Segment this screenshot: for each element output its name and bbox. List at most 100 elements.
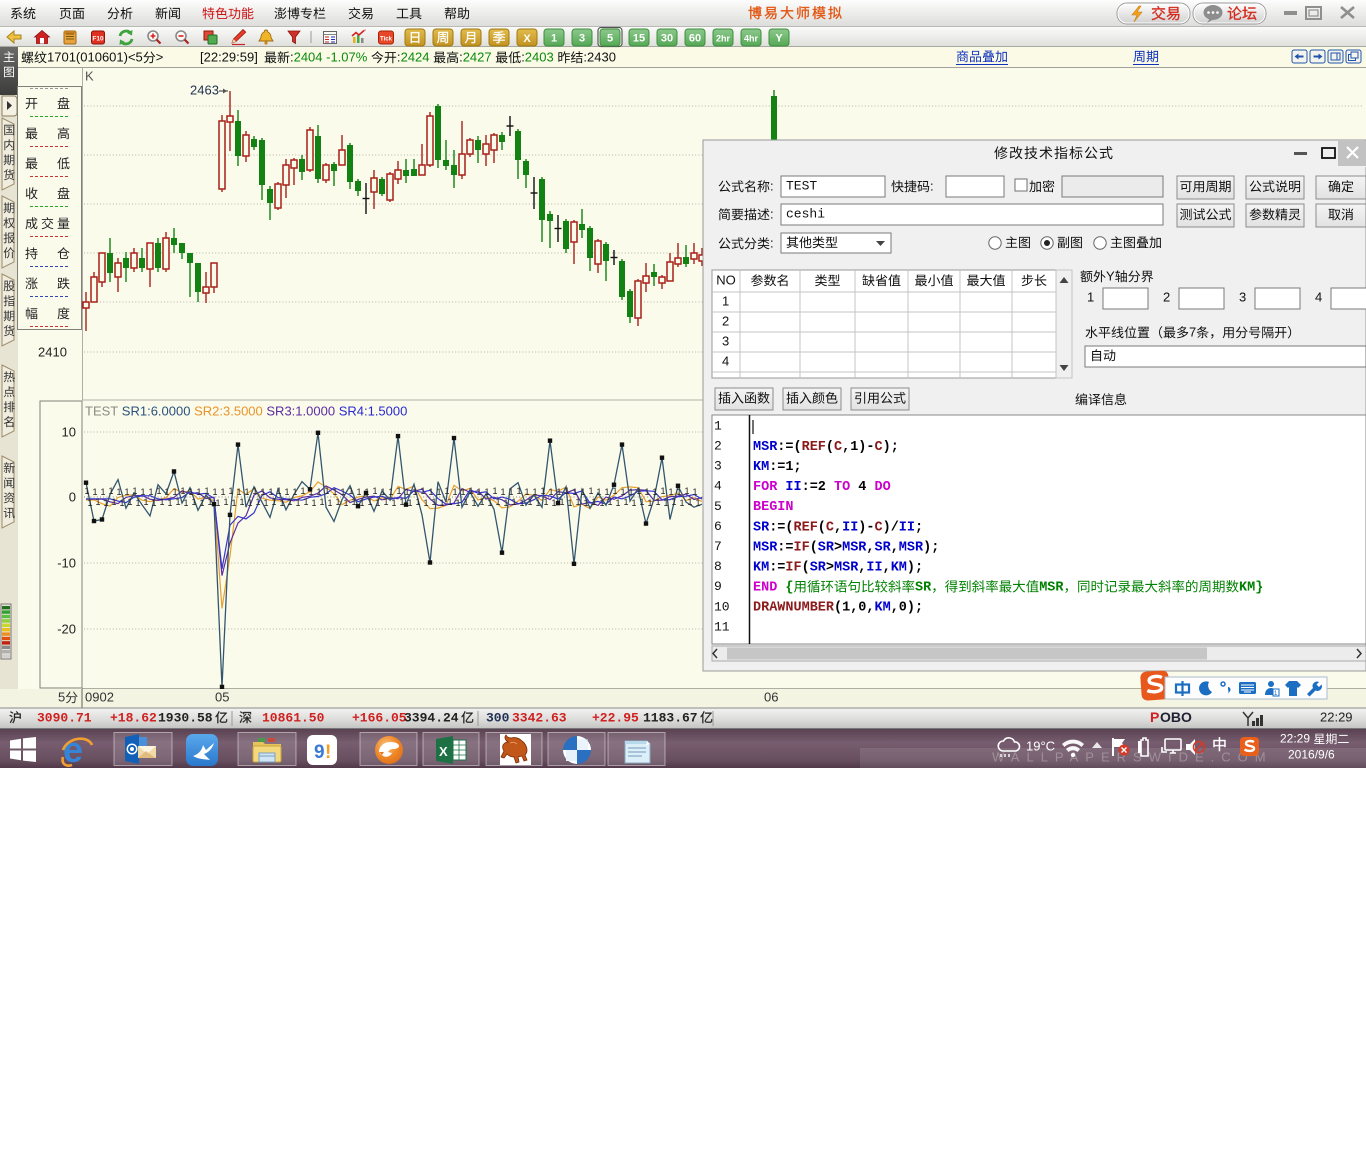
svg-text:1: 1 bbox=[501, 487, 506, 497]
svg-text:1: 1 bbox=[384, 497, 389, 507]
svg-text:)-: )- bbox=[858, 440, 874, 455]
svg-text:1: 1 bbox=[256, 497, 261, 507]
svg-text:6: 6 bbox=[714, 519, 722, 534]
svg-text:1: 1 bbox=[197, 487, 202, 497]
svg-text:1: 1 bbox=[664, 498, 669, 508]
svg-text:SR: SR bbox=[915, 581, 932, 596]
svg-text:05: 05 bbox=[215, 689, 229, 704]
svg-text:1: 1 bbox=[205, 486, 210, 496]
svg-text:1: 1 bbox=[696, 498, 701, 508]
svg-text:;: ; bbox=[794, 460, 802, 475]
svg-text:1: 1 bbox=[533, 487, 538, 497]
svg-text::=(: :=( bbox=[769, 520, 793, 535]
svg-text:1: 1 bbox=[221, 487, 226, 497]
svg-text:1: 1 bbox=[584, 498, 589, 508]
svg-text:1: 1 bbox=[677, 487, 682, 497]
svg-text:1: 1 bbox=[552, 498, 557, 508]
svg-text:1: 1 bbox=[714, 418, 722, 433]
svg-text:NO: NO bbox=[716, 272, 736, 287]
svg-text:1: 1 bbox=[472, 498, 477, 508]
svg-text:4: 4 bbox=[1315, 289, 1322, 304]
svg-text:3: 3 bbox=[714, 459, 722, 474]
svg-text:,: , bbox=[850, 601, 858, 616]
svg-text:);: ); bbox=[907, 601, 923, 616]
svg-text:MSR: MSR bbox=[834, 561, 859, 576]
svg-text:1: 1 bbox=[280, 498, 285, 508]
svg-text:1: 1 bbox=[213, 487, 218, 497]
svg-text:(: ( bbox=[818, 520, 826, 535]
svg-text:1: 1 bbox=[192, 497, 197, 507]
svg-text:X: X bbox=[439, 744, 448, 759]
svg-text:1: 1 bbox=[640, 497, 645, 507]
svg-text:1: 1 bbox=[528, 497, 533, 507]
svg-text:{: { bbox=[785, 581, 793, 596]
svg-text:1: 1 bbox=[165, 487, 170, 497]
svg-text:1: 1 bbox=[440, 498, 445, 508]
svg-text:1: 1 bbox=[661, 486, 666, 496]
svg-text:1: 1 bbox=[336, 497, 341, 507]
svg-text:22:29: 22:29 bbox=[1320, 709, 1353, 724]
svg-text:1: 1 bbox=[304, 497, 309, 507]
svg-text:1: 1 bbox=[152, 498, 157, 508]
svg-text:1: 1 bbox=[605, 487, 610, 497]
svg-text:MSR: MSR bbox=[899, 540, 924, 555]
svg-text:1930.58: 1930.58 bbox=[158, 710, 213, 725]
svg-text::=: := bbox=[802, 480, 818, 495]
svg-text:2016/9/6: 2016/9/6 bbox=[1288, 748, 1335, 762]
svg-text:1: 1 bbox=[469, 486, 474, 496]
svg-text:END: END bbox=[753, 581, 785, 596]
svg-text:1: 1 bbox=[341, 487, 346, 497]
svg-text:1: 1 bbox=[581, 487, 586, 497]
svg-text:1: 1 bbox=[416, 497, 421, 507]
svg-text:1: 1 bbox=[653, 487, 658, 497]
svg-text:Y: Y bbox=[1106, 268, 1115, 283]
svg-text:KM}: KM} bbox=[1239, 581, 1263, 596]
svg-text:DRAWNUMBER: DRAWNUMBER bbox=[753, 601, 835, 616]
svg-text:(: ( bbox=[810, 540, 818, 555]
svg-text:1: 1 bbox=[493, 486, 498, 496]
svg-text:1: 1 bbox=[288, 497, 293, 507]
svg-text:MSR: MSR bbox=[842, 540, 867, 555]
svg-text:1: 1 bbox=[376, 498, 381, 508]
svg-text:2430: 2430 bbox=[587, 49, 616, 64]
svg-text:1: 1 bbox=[344, 498, 349, 508]
svg-text:C: C bbox=[875, 440, 883, 455]
svg-text:1: 1 bbox=[272, 497, 277, 507]
svg-text:1: 1 bbox=[608, 497, 613, 507]
svg-text:P: P bbox=[1150, 709, 1159, 725]
svg-text:1: 1 bbox=[189, 487, 194, 497]
svg-text:9: 9 bbox=[714, 579, 722, 594]
svg-text:1: 1 bbox=[485, 487, 490, 497]
svg-text:1: 1 bbox=[616, 498, 621, 508]
svg-text:1: 1 bbox=[293, 487, 298, 497]
svg-text:1: 1 bbox=[405, 487, 410, 497]
svg-text:1: 1 bbox=[413, 487, 418, 497]
svg-text:15: 15 bbox=[633, 33, 645, 45]
svg-text:1: 1 bbox=[656, 497, 661, 507]
svg-text:1: 1 bbox=[632, 498, 637, 508]
svg-text:1: 1 bbox=[592, 497, 597, 507]
svg-text:(: ( bbox=[802, 561, 810, 576]
svg-text:3: 3 bbox=[1239, 289, 1246, 304]
svg-text:1: 1 bbox=[360, 498, 365, 508]
svg-text:1: 1 bbox=[229, 486, 234, 496]
svg-text:1: 1 bbox=[88, 498, 93, 508]
svg-text:10: 10 bbox=[714, 599, 730, 614]
svg-text:1: 1 bbox=[437, 487, 442, 497]
svg-text:-10: -10 bbox=[57, 555, 76, 570]
svg-text:1: 1 bbox=[685, 486, 690, 496]
svg-text::: : bbox=[770, 206, 774, 221]
svg-text:1: 1 bbox=[429, 487, 434, 497]
svg-text:1: 1 bbox=[392, 498, 397, 508]
svg-text:);: ); bbox=[907, 561, 923, 576]
svg-text:1: 1 bbox=[216, 498, 221, 508]
svg-text:2hr: 2hr bbox=[716, 34, 731, 44]
svg-text:1: 1 bbox=[672, 497, 677, 507]
svg-text:1: 1 bbox=[693, 487, 698, 497]
svg-text:KM: KM bbox=[753, 460, 769, 475]
svg-text:5: 5 bbox=[714, 499, 722, 514]
svg-text:1: 1 bbox=[277, 486, 282, 496]
svg-text:1: 1 bbox=[520, 498, 525, 508]
svg-text:1: 1 bbox=[637, 486, 642, 496]
svg-text:2410: 2410 bbox=[38, 344, 67, 359]
